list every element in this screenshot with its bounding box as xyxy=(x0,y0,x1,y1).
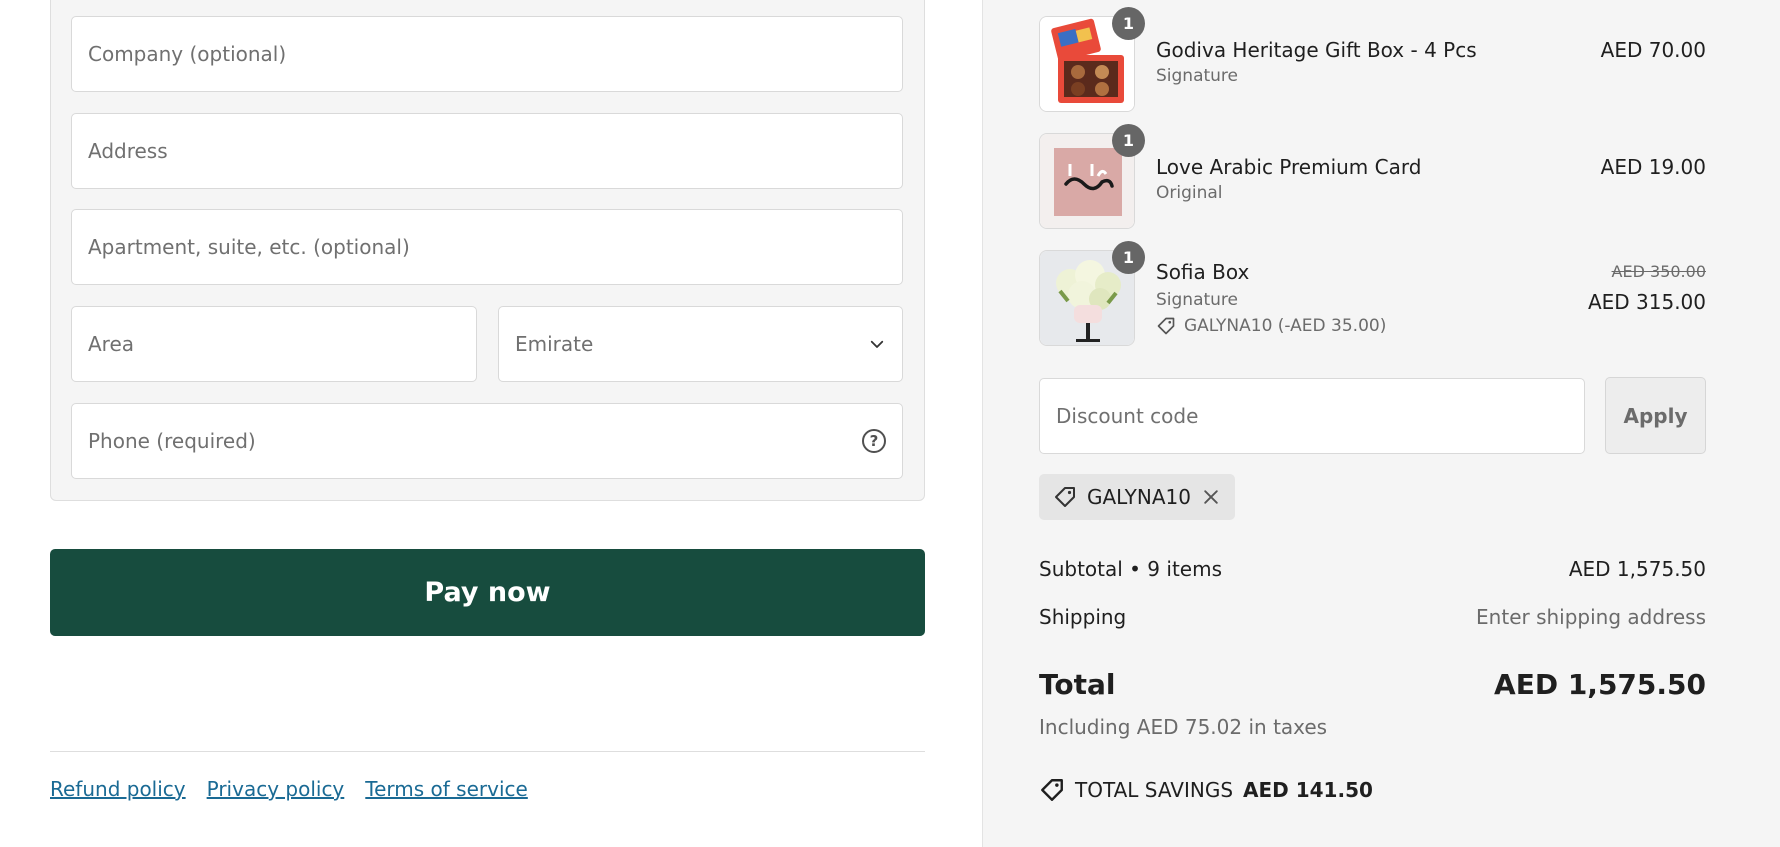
chevron-down-icon xyxy=(870,340,884,348)
tag-icon xyxy=(1055,487,1075,507)
item-variant: Original xyxy=(1156,183,1223,203)
subtotal-value: AED 1,575.50 xyxy=(1568,557,1706,581)
item-price: AED 19.00 xyxy=(1600,155,1706,179)
quantity-badge: 1 xyxy=(1112,241,1145,274)
phone-input[interactable] xyxy=(88,429,862,453)
item-price: AED 315.00 xyxy=(1587,290,1706,314)
area-field[interactable] xyxy=(71,306,477,382)
refund-policy-link[interactable]: Refund policy xyxy=(50,777,186,801)
item-discount-text: GALYNA10 (-AED 35.00) xyxy=(1184,316,1387,336)
tag-icon xyxy=(1041,779,1063,801)
discount-code-input[interactable] xyxy=(1056,404,1568,428)
tag-icon xyxy=(1157,317,1175,335)
address-input[interactable] xyxy=(88,139,886,163)
terms-of-service-link[interactable]: Terms of service xyxy=(365,777,528,801)
footer-links: Refund policy Privacy policy Terms of se… xyxy=(50,777,528,801)
apartment-input[interactable] xyxy=(88,235,886,259)
apartment-field[interactable] xyxy=(71,209,903,285)
address-field[interactable] xyxy=(71,113,903,189)
quantity-badge: 1 xyxy=(1112,7,1145,40)
item-name: Love Arabic Premium Card xyxy=(1156,155,1422,179)
close-icon[interactable] xyxy=(1201,487,1221,507)
item-name: Godiva Heritage Gift Box - 4 Pcs xyxy=(1156,38,1477,62)
line-item: 1 Love Arabic Premium Card Original AED … xyxy=(1039,124,1706,229)
applied-discount-chip: GALYNA10 xyxy=(1039,474,1235,520)
total-savings-value: AED 141.50 xyxy=(1243,778,1373,802)
apply-discount-button[interactable]: Apply xyxy=(1605,377,1706,454)
item-name: Sofia Box xyxy=(1156,260,1250,284)
emirate-select-value: Emirate xyxy=(515,332,594,356)
shipping-label: Shipping xyxy=(1039,605,1127,629)
item-discount: GALYNA10 (-AED 35.00) xyxy=(1156,316,1386,336)
applied-discount-code: GALYNA10 xyxy=(1087,485,1191,509)
shipping-value: Enter shipping address xyxy=(1476,605,1706,629)
item-price: AED 70.00 xyxy=(1600,38,1706,62)
help-circle-icon[interactable]: ? xyxy=(862,429,886,453)
subtotal-label: Subtotal • 9 items xyxy=(1039,557,1222,581)
discount-code-field[interactable] xyxy=(1039,378,1585,454)
total-value: AED 1,575.50 xyxy=(1494,668,1706,701)
total-savings-label: TOTAL SAVINGS xyxy=(1075,778,1234,802)
line-item: 1 Sofia Box Signature GALYNA10 (-AED 35.… xyxy=(1039,241,1706,346)
item-original-price: AED 350.00 xyxy=(1611,262,1706,281)
company-input[interactable] xyxy=(88,42,886,66)
area-input[interactable] xyxy=(88,332,460,356)
company-field[interactable] xyxy=(71,16,903,92)
total-savings: TOTAL SAVINGS AED 141.50 xyxy=(1039,777,1373,803)
item-variant: Signature xyxy=(1156,290,1239,310)
line-item: 1 Godiva Heritage Gift Box - 4 Pcs Signa… xyxy=(1039,7,1706,112)
checkout-form-column: Emirate ? Pay now Refund policy Privacy … xyxy=(0,0,982,847)
phone-field[interactable]: ? xyxy=(71,403,903,479)
item-variant: Signature xyxy=(1156,66,1239,86)
pay-now-button[interactable]: Pay now xyxy=(50,549,925,636)
footer-divider xyxy=(50,751,925,752)
emirate-select[interactable]: Emirate xyxy=(498,306,903,382)
privacy-policy-link[interactable]: Privacy policy xyxy=(207,777,345,801)
taxes-note: Including AED 75.02 in taxes xyxy=(1039,715,1328,739)
total-label: Total xyxy=(1039,668,1116,701)
quantity-badge: 1 xyxy=(1112,124,1145,157)
